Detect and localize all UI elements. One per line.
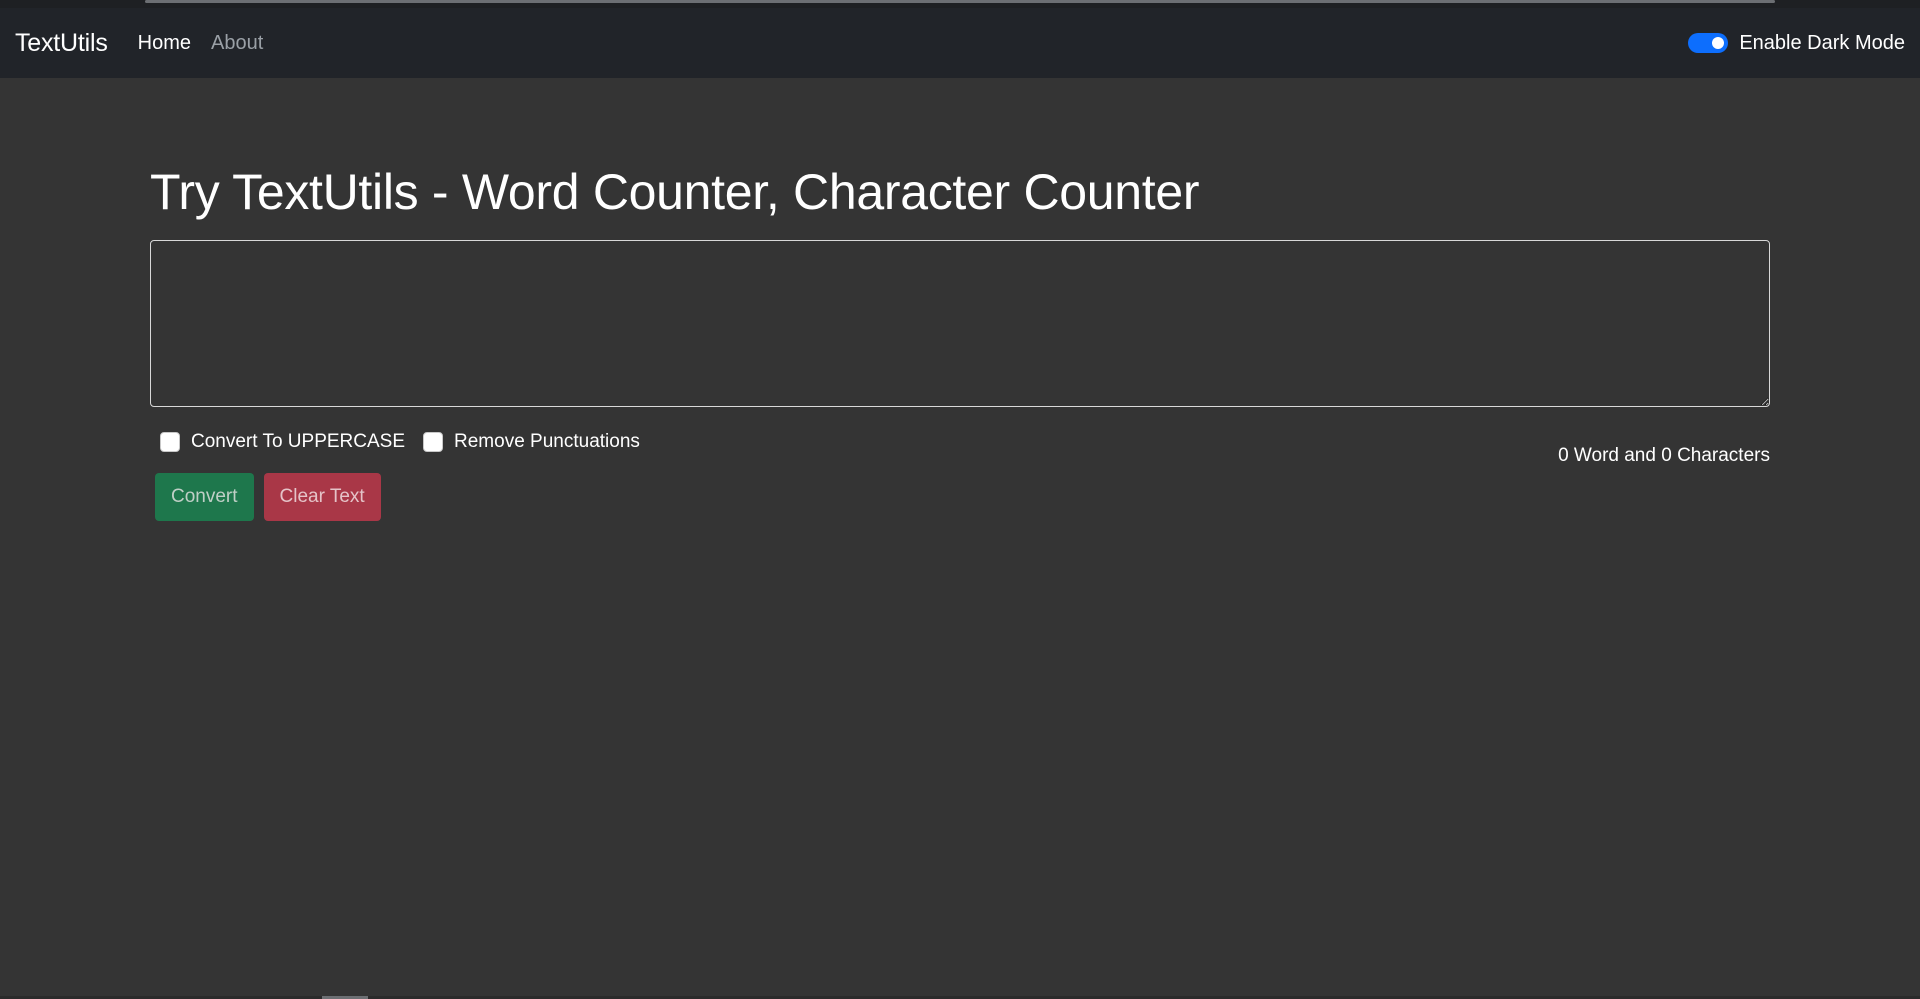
toggle-knob [1712,37,1725,49]
nav-link-home[interactable]: Home [138,32,191,55]
clear-text-button[interactable]: Clear Text [263,473,381,521]
button-group: Convert Clear Text [150,473,391,521]
convert-button[interactable]: Convert [155,473,254,521]
dark-mode-label[interactable]: Enable Dark Mode [1739,32,1905,55]
navbar: TextUtils Home About Enable Dark Mode [0,8,1920,78]
remove-punctuation-checkbox[interactable] [423,432,444,452]
counter-container: 0 Word and 0 Characters [1558,445,1770,467]
brand-logo[interactable]: TextUtils [15,29,108,58]
actions-summary-row: Convert Clear Text 0 Word and 0 Characte… [150,445,1770,521]
uppercase-label[interactable]: Convert To UPPERCASE [191,431,405,453]
uppercase-checkbox[interactable] [160,432,180,452]
page-title: Try TextUtils - Word Counter, Character … [150,164,1200,220]
remove-punctuation-option[interactable]: Remove Punctuations [423,431,640,453]
uppercase-option[interactable]: Convert To UPPERCASE [160,431,405,453]
dark-mode-switch[interactable]: Enable Dark Mode [1688,32,1905,55]
remove-punctuation-label[interactable]: Remove Punctuations [454,431,640,453]
top-scroll-indicator [145,0,1775,3]
dark-mode-toggle[interactable] [1688,33,1729,53]
word-character-counter: 0 Word and 0 Characters [1558,445,1770,466]
text-input-area[interactable] [150,240,1770,407]
nav-link-about[interactable]: About [211,32,263,55]
browser-top-strip [0,0,1920,8]
main-container: Try TextUtils - Word Counter, Character … [150,78,1770,521]
